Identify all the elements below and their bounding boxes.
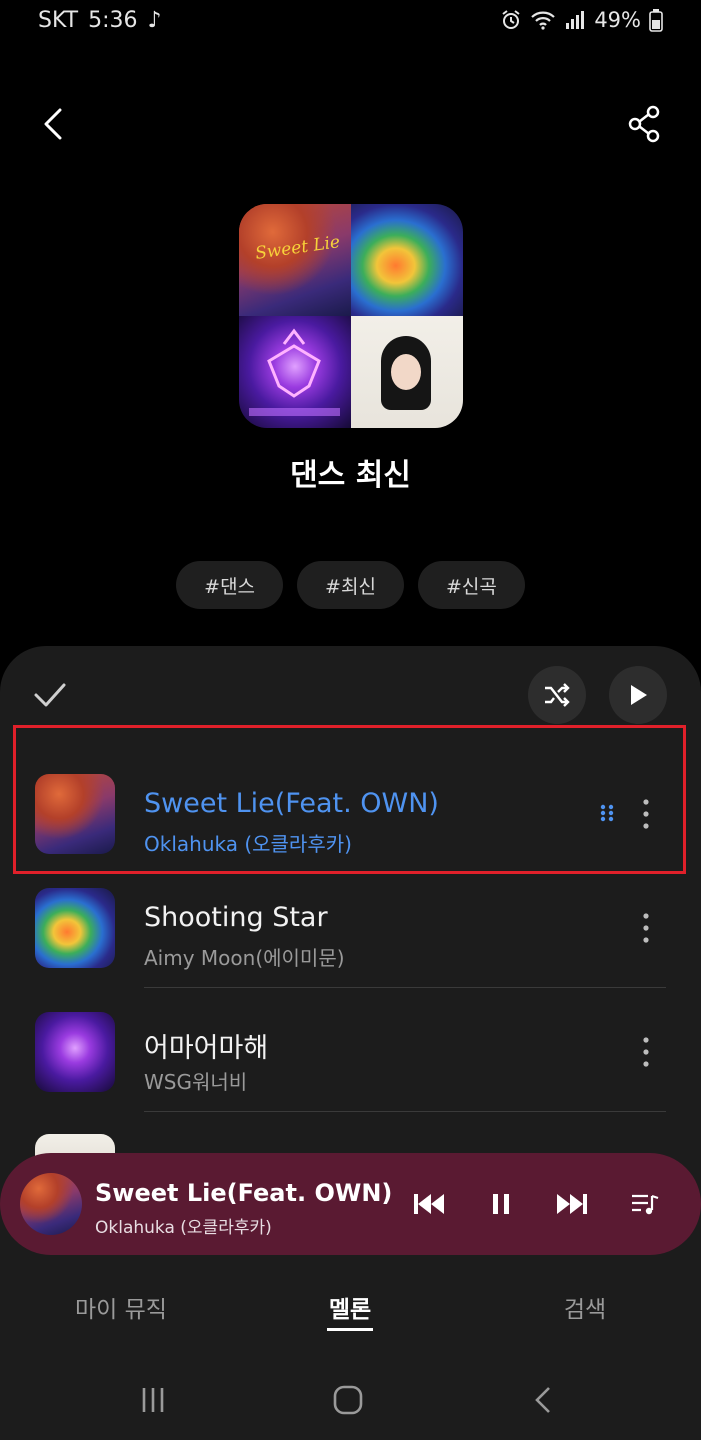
- music-note-icon: ♪: [147, 8, 162, 33]
- recent-apps-button[interactable]: [133, 1380, 173, 1420]
- track-title: Sweet Lie(Feat. OWN): [144, 788, 439, 819]
- status-right: 49%: [500, 8, 663, 32]
- crown-logo-icon: [249, 328, 340, 416]
- more-vertical-icon: [643, 913, 649, 943]
- row-divider: [144, 987, 666, 988]
- previous-button[interactable]: [408, 1183, 450, 1225]
- tag-list: #댄스 #최신 #신곡: [0, 561, 701, 609]
- system-back-button[interactable]: [524, 1380, 564, 1420]
- next-button[interactable]: [551, 1183, 593, 1225]
- bottom-tab-bar: 마이 뮤직 멜론 검색: [0, 1278, 701, 1338]
- signal-icon: [566, 11, 585, 29]
- play-icon: [631, 685, 647, 705]
- chevron-left-icon: [44, 108, 62, 140]
- mini-player-artist: Oklahuka (오클라후카): [95, 1218, 272, 1238]
- share-icon: [628, 105, 660, 143]
- cover-art-wsg: [239, 316, 351, 428]
- tab-melon[interactable]: 멜론: [300, 1290, 400, 1331]
- mini-player[interactable]: Sweet Lie(Feat. OWN) Oklahuka (오클라후카): [0, 1153, 701, 1255]
- track-artist: Oklahuka (오클라후카): [144, 832, 352, 856]
- checkmark-icon: [34, 683, 66, 707]
- track-thumbnail: [35, 774, 115, 854]
- home-icon: [333, 1385, 363, 1415]
- track-artist: Aimy Moon(에이미문): [144, 946, 345, 970]
- track-thumbnail: [35, 888, 115, 968]
- more-options-button[interactable]: [632, 1032, 660, 1072]
- more-options-button[interactable]: [632, 794, 660, 834]
- back-arrow-icon: [535, 1387, 550, 1413]
- mini-player-title: Sweet Lie(Feat. OWN): [95, 1179, 393, 1207]
- tag-latest[interactable]: #최신: [297, 561, 404, 609]
- next-icon: [557, 1194, 587, 1214]
- recent-apps-icon: [142, 1388, 164, 1412]
- track-row[interactable]: 어마어마해 WSG워너비: [0, 990, 701, 1112]
- track-thumbnail: [35, 1012, 115, 1092]
- select-mode-button[interactable]: [32, 680, 68, 710]
- pause-button[interactable]: [480, 1183, 522, 1225]
- battery-icon: [649, 9, 663, 32]
- playlist-cover: Sweet Lie: [239, 204, 463, 428]
- status-time: 5:36: [88, 8, 138, 33]
- cover-art-sweet-lie: Sweet Lie: [239, 204, 351, 316]
- track-row[interactable]: Sweet Lie(Feat. OWN) Oklahuka (오클라후카): [0, 752, 701, 874]
- play-all-button[interactable]: [609, 666, 667, 724]
- system-navigation-bar: [0, 1360, 701, 1440]
- portrait-face: [391, 354, 421, 390]
- track-title: Shooting Star: [144, 902, 328, 933]
- playlist-queue-button[interactable]: [624, 1183, 666, 1225]
- more-vertical-icon: [643, 1037, 649, 1067]
- queue-music-icon: [632, 1194, 659, 1215]
- row-divider: [144, 1111, 666, 1112]
- more-vertical-icon: [643, 799, 649, 829]
- carrier-label: SKT: [38, 8, 79, 33]
- cover-art-portrait: [351, 316, 463, 428]
- home-button[interactable]: [328, 1380, 368, 1420]
- previous-icon: [414, 1194, 444, 1214]
- pause-icon: [493, 1194, 509, 1214]
- cover-art-title: Sweet Lie: [254, 232, 342, 264]
- share-button[interactable]: [625, 100, 665, 148]
- shuffle-button[interactable]: [528, 666, 586, 724]
- track-row[interactable]: Shooting Star Aimy Moon(에이미문): [0, 866, 701, 988]
- back-button[interactable]: [36, 100, 76, 148]
- track-artist: WSG워너비: [144, 1070, 248, 1094]
- now-playing-indicator-icon: [598, 802, 616, 824]
- playlist-title: 댄스 최신: [290, 458, 411, 493]
- battery-percent: 49%: [594, 8, 641, 32]
- tag-dance[interactable]: #댄스: [176, 561, 284, 609]
- status-bar: SKT 5:36 ♪ 49%: [0, 0, 701, 44]
- track-title: 어마어마해: [144, 1033, 269, 1064]
- tab-my-music[interactable]: 마이 뮤직: [66, 1290, 176, 1324]
- shuffle-icon: [545, 683, 570, 707]
- alarm-icon: [502, 10, 520, 29]
- wifi-icon: [531, 11, 556, 30]
- cover-art-shooting-star: [351, 204, 463, 316]
- status-left: SKT 5:36 ♪: [38, 8, 162, 33]
- more-options-button[interactable]: [632, 908, 660, 948]
- mini-player-thumbnail: [20, 1173, 82, 1235]
- tag-new-song[interactable]: #신곡: [417, 561, 525, 609]
- tab-search[interactable]: 검색: [540, 1290, 630, 1324]
